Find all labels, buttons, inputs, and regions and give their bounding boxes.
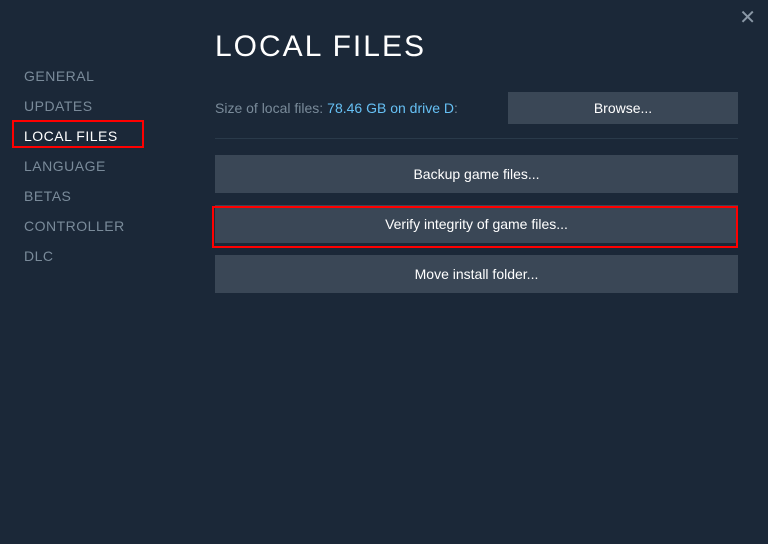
size-row: Size of local files: 78.46 GB on drive D…	[215, 92, 738, 124]
sidebar: GENERAL UPDATES LOCAL FILES LANGUAGE BET…	[0, 0, 190, 272]
content-panel: LOCAL FILES Size of local files: 78.46 G…	[215, 30, 738, 305]
sidebar-item-language[interactable]: LANGUAGE	[20, 152, 110, 180]
size-colon: :	[454, 100, 458, 116]
sidebar-item-local-files[interactable]: LOCAL FILES	[20, 122, 122, 150]
sidebar-item-general[interactable]: GENERAL	[20, 62, 98, 90]
browse-button[interactable]: Browse...	[508, 92, 738, 124]
sidebar-item-dlc[interactable]: DLC	[20, 242, 58, 270]
size-label: Size of local files:	[215, 100, 323, 116]
divider	[215, 138, 738, 139]
size-value: 78.46 GB on drive D	[327, 100, 454, 116]
verify-integrity-button[interactable]: Verify integrity of game files...	[215, 205, 738, 243]
sidebar-item-updates[interactable]: UPDATES	[20, 92, 97, 120]
sidebar-item-controller[interactable]: CONTROLLER	[20, 212, 129, 240]
move-install-button[interactable]: Move install folder...	[215, 255, 738, 293]
page-title: LOCAL FILES	[215, 30, 738, 64]
sidebar-item-betas[interactable]: BETAS	[20, 182, 75, 210]
backup-button[interactable]: Backup game files...	[215, 155, 738, 193]
close-icon[interactable]: ✕	[739, 8, 756, 28]
